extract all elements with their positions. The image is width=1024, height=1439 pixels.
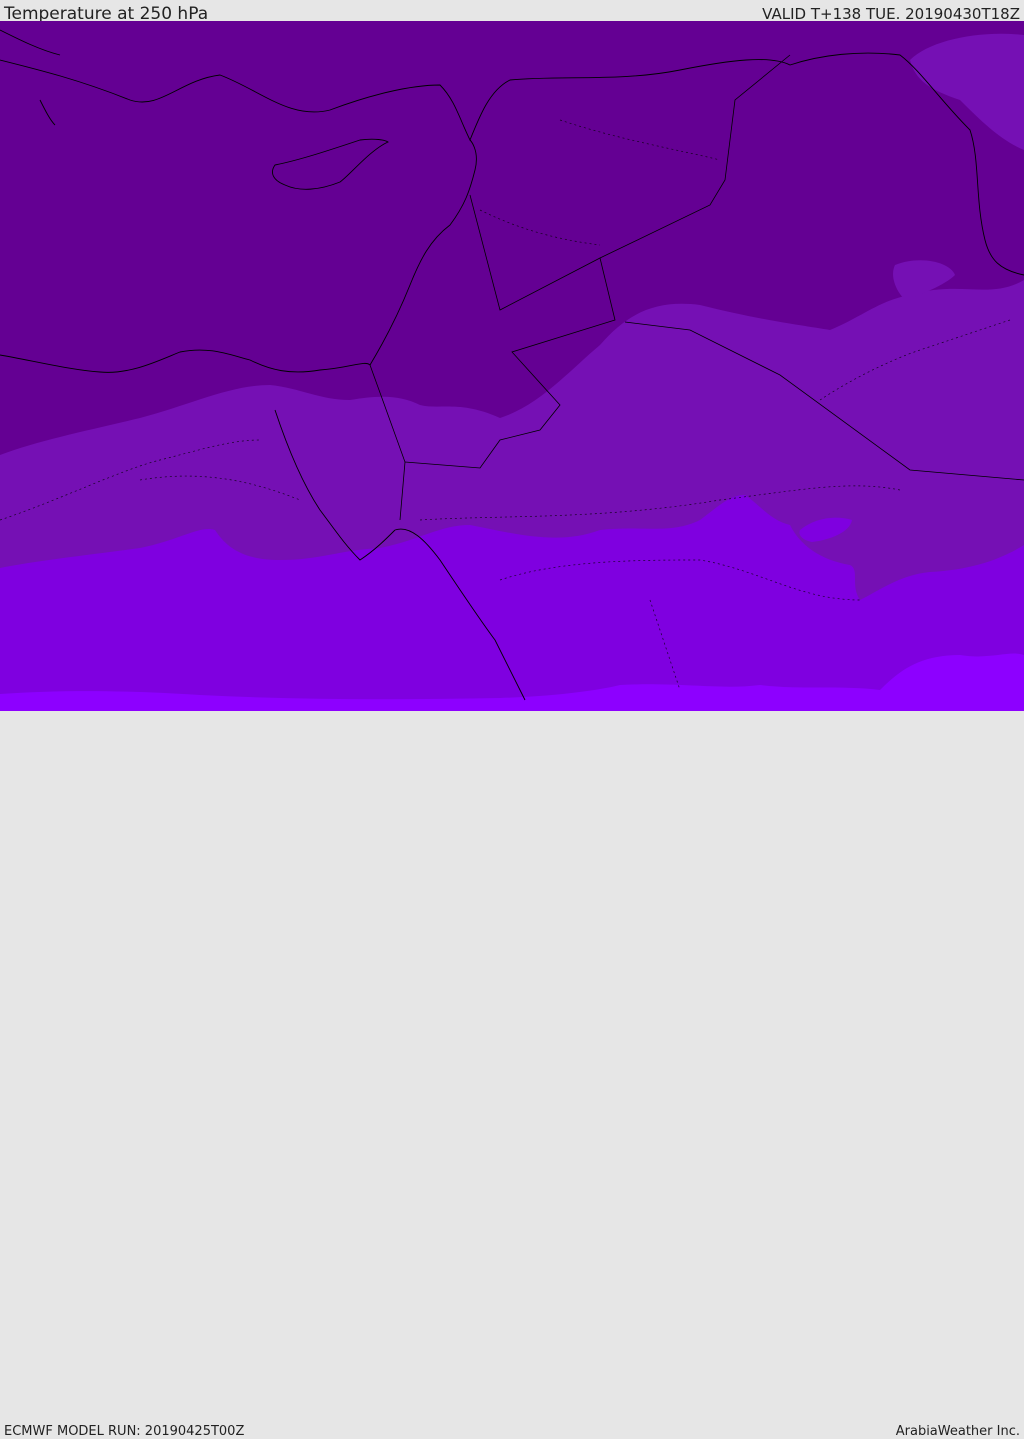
- footer-bar: ECMWF MODEL RUN: 20190425T00Z ArabiaWeat…: [0, 711, 1024, 1439]
- temperature-map: [0, 21, 1024, 711]
- header-bar: Temperature at 250 hPa VALID T+138 TUE. …: [0, 0, 1024, 24]
- model-run: ECMWF MODEL RUN: 20190425T00Z: [4, 1424, 245, 1439]
- brand-label: ArabiaWeather Inc.: [895, 1424, 1020, 1439]
